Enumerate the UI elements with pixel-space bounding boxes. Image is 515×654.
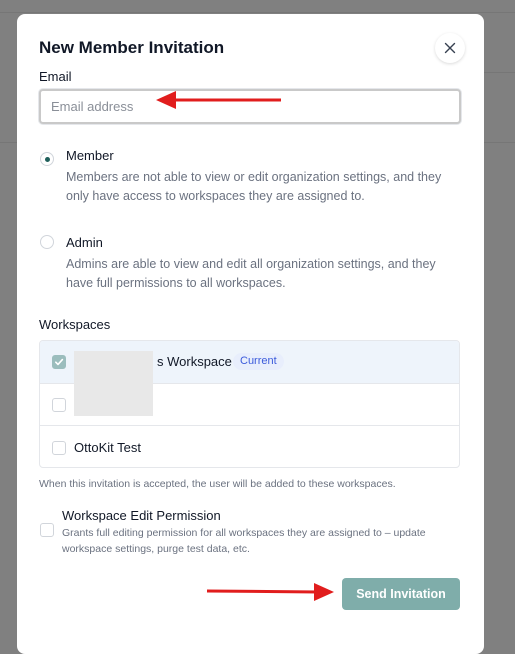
close-button[interactable] xyxy=(435,33,465,63)
role-description-member: Members are not able to view or edit org… xyxy=(66,170,442,203)
close-icon xyxy=(444,42,456,54)
modal-title: New Member Invitation xyxy=(39,38,225,57)
edit-permission-checkbox[interactable] xyxy=(40,523,54,537)
workspace-checkbox[interactable] xyxy=(52,398,66,412)
email-input[interactable] xyxy=(39,89,461,124)
current-badge: Current xyxy=(233,353,284,370)
send-invitation-button[interactable]: Send Invitation xyxy=(342,578,460,610)
workspace-checkbox[interactable] xyxy=(52,355,66,369)
checkmark-icon xyxy=(55,358,64,366)
role-description-admin: Admins are able to view and edit all org… xyxy=(66,257,436,290)
workspace-checkbox[interactable] xyxy=(52,441,66,455)
invite-modal: New Member Invitation Email Member Membe… xyxy=(17,14,484,654)
backdrop-divider xyxy=(0,142,17,143)
workspaces-hint: When this invitation is accepted, the us… xyxy=(39,478,396,490)
backdrop-divider xyxy=(484,142,515,143)
role-radio-member[interactable] xyxy=(40,152,54,166)
workspace-name: OttoKit Test xyxy=(74,440,141,455)
backdrop-divider xyxy=(484,72,515,73)
email-label: Email xyxy=(39,69,72,84)
redaction-block xyxy=(74,351,153,416)
edit-permission-description: Grants full editing permission for all w… xyxy=(62,527,426,555)
workspace-name: s Workspace xyxy=(157,354,232,369)
role-title-member: Member xyxy=(66,148,114,163)
workspace-row[interactable]: OttoKit Test xyxy=(40,425,459,467)
role-radio-admin[interactable] xyxy=(40,235,54,249)
backdrop-divider xyxy=(0,12,515,13)
role-title-admin: Admin xyxy=(66,235,103,250)
edit-permission-title: Workspace Edit Permission xyxy=(62,508,221,523)
workspaces-label: Workspaces xyxy=(39,317,111,332)
